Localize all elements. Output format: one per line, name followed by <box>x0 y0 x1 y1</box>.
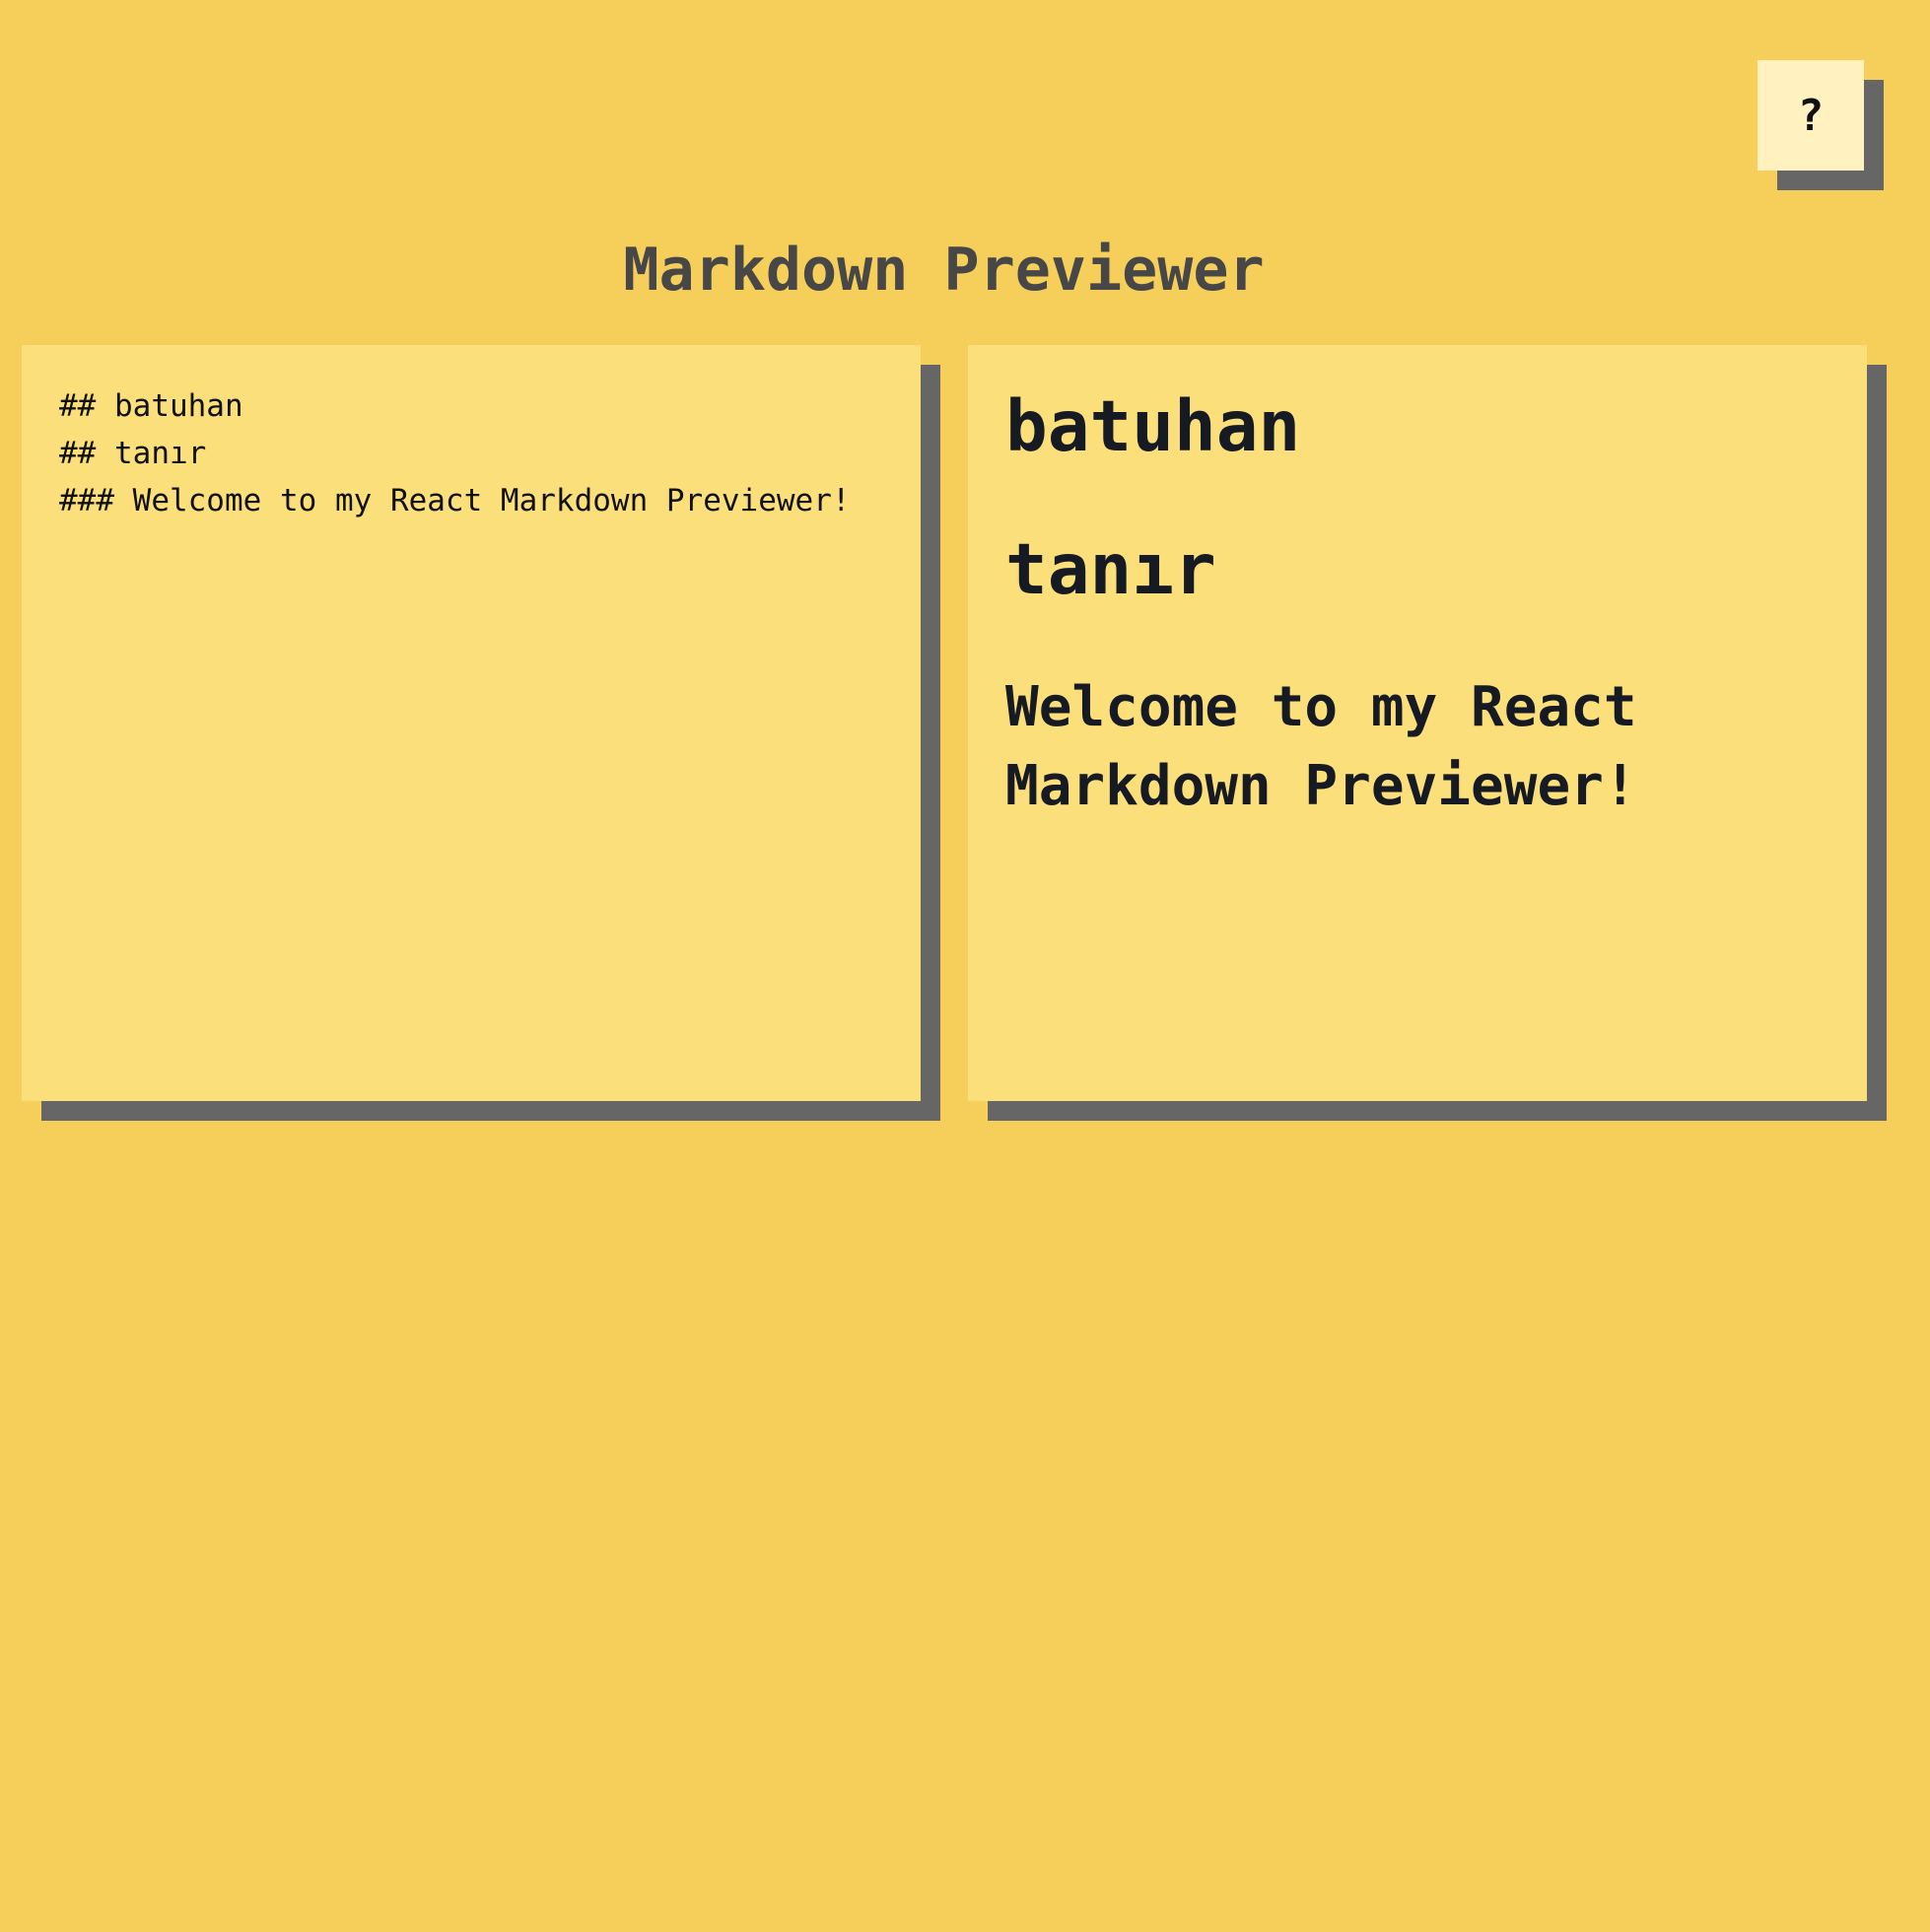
preview-panel: batuhan tanır Welcome to my React Markdo… <box>968 345 1867 1101</box>
preview-heading-welcome: Welcome to my React Markdown Previewer! <box>1005 675 1637 818</box>
editor-panel <box>22 345 921 1101</box>
page-title: Markdown Previewer <box>623 236 1265 305</box>
markdown-editor[interactable] <box>22 345 921 1101</box>
preview-heading-batuhan: batuhan <box>1005 385 1301 467</box>
preview-heading-tanir: tanır <box>1005 528 1216 610</box>
markdown-preview: batuhan tanır Welcome to my React Markdo… <box>968 345 1867 863</box>
help-button[interactable]: ? <box>1758 60 1864 171</box>
